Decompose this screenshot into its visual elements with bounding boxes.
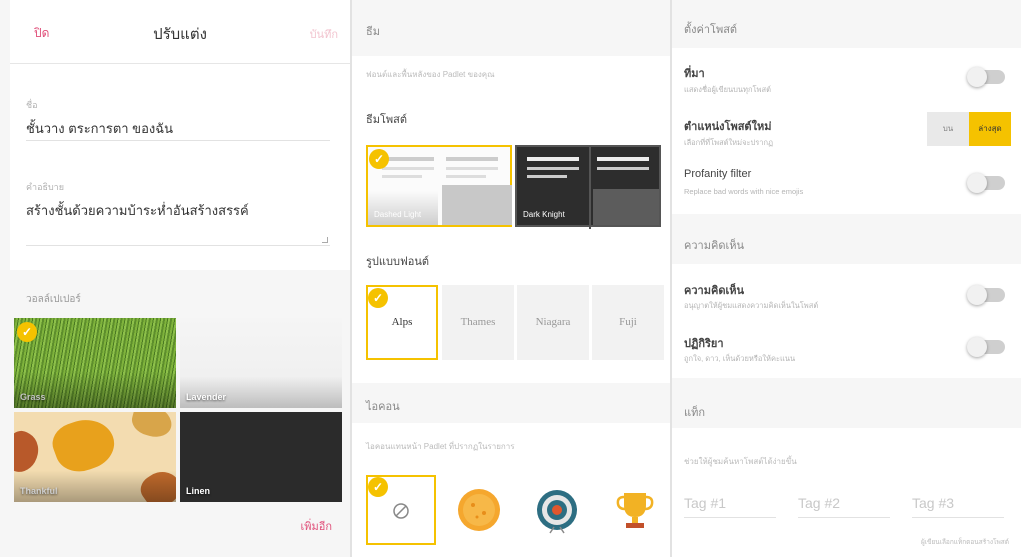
- icon-option-trophy[interactable]: [600, 475, 670, 545]
- setting-title: ที่มา: [684, 68, 705, 80]
- icon-section-header: ไอคอน: [352, 383, 670, 423]
- wallpaper-name: Thankful: [20, 486, 58, 496]
- check-icon: ✓: [369, 149, 389, 169]
- setting-title: ปฏิกิริยา: [684, 338, 724, 350]
- check-icon: ✓: [368, 477, 388, 497]
- page-title: ปรับแต่ง: [153, 26, 207, 43]
- setting-desc: อนุญาตให้ผู้ชมแสดงความคิดเห็นในโพสต์: [684, 301, 819, 310]
- font-fuji[interactable]: Fuji: [592, 285, 664, 360]
- icon-hint: ไอคอนแทนหน้า Padlet ที่ปรากฏในรายการ: [366, 442, 515, 451]
- more-link[interactable]: เพิ่มอีก: [300, 517, 332, 535]
- setting-desc: Replace bad words with nice emojis: [684, 187, 804, 196]
- tags-hint: ช่วยให้ผู้ชมค้นหาโพสต์ได้ง่ายขึ้น: [684, 457, 797, 466]
- post-settings-header: ตั้งค่าโพสต์: [672, 0, 1021, 48]
- wallpaper-name: Grass: [20, 392, 46, 402]
- wallpaper-lavender[interactable]: Lavender: [180, 318, 342, 408]
- check-icon: ✓: [17, 322, 37, 342]
- wallpaper-grass[interactable]: Grass: [14, 318, 176, 408]
- name-label: ชื่อ: [26, 100, 38, 110]
- font-thames[interactable]: Thames: [442, 285, 514, 360]
- wallpaper-thankful[interactable]: Thankful: [14, 412, 176, 502]
- theme-name: Dark Knight: [523, 210, 565, 219]
- setting-title: ความคิดเห็น: [684, 285, 744, 297]
- position-bottom-option[interactable]: ล่างสุด: [969, 112, 1011, 146]
- orange-icon: [458, 489, 500, 531]
- tag-input-2[interactable]: Tag #2: [798, 495, 890, 518]
- wallpaper-name: Lavender: [186, 392, 227, 402]
- check-icon: ✓: [368, 288, 388, 308]
- setting-title: ตำแหน่งโพสต์ใหม่: [684, 121, 772, 133]
- name-input[interactable]: ชั้นวาง ตระการตา ของฉัน: [26, 118, 173, 139]
- wallpaper-label: วอลล์เปเปอร์: [26, 294, 81, 305]
- setting-desc: แสดงชื่อผู้เขียนบนทุกโพสต์: [684, 85, 771, 94]
- wallpaper-linen[interactable]: Linen: [180, 412, 342, 502]
- theme-dark-knight[interactable]: Dark Knight: [515, 145, 661, 229]
- save-link[interactable]: บันทึก: [310, 25, 338, 43]
- icon-label: ไอคอน: [366, 401, 400, 413]
- comments-toggle[interactable]: [967, 285, 1005, 305]
- appearance-panel: ธีม ฟอนต์และพื้นหลังของ Padlet ของคุณ ธี…: [352, 0, 670, 557]
- settings-panel: ตั้งค่าโพสต์ ที่มา แสดงชื่อผู้เขียนบนทุก…: [672, 0, 1021, 557]
- appearance-header: ธีม: [352, 0, 670, 56]
- position-top-option[interactable]: บน: [927, 112, 969, 146]
- reactions-toggle[interactable]: [967, 337, 1005, 357]
- description-label: คำอธิบาย: [26, 182, 65, 192]
- description-input[interactable]: สร้างชั้นด้วยความบ้าระห่ำอันสร้างสรรค์: [26, 200, 249, 221]
- wallpaper-name: Linen: [186, 486, 210, 496]
- font-label: รูปแบบฟอนต์: [366, 256, 430, 268]
- resize-handle[interactable]: [322, 237, 328, 243]
- tags-note: ผู้เขียนเลือกแท็กตอนสร้างโพสต์: [921, 539, 1009, 546]
- description-underline: [26, 245, 330, 246]
- engagement-header: ความคิดเห็น: [672, 214, 1021, 264]
- icon-option-orange[interactable]: [444, 475, 514, 545]
- tags-header: แท็ก: [672, 378, 1021, 428]
- theme-name: Dashed Light: [374, 210, 422, 219]
- font-niagara[interactable]: Niagara: [517, 285, 589, 360]
- customize-panel: ปิด ปรับแต่ง บันทึก ชื่อ ชั้นวาง ตระการต…: [0, 0, 350, 557]
- theme-label: ธีมโพสต์: [366, 114, 407, 126]
- trophy-icon: [616, 493, 654, 528]
- tag-input-1[interactable]: Tag #1: [684, 495, 776, 518]
- target-icon: [537, 490, 577, 534]
- tags-title: แท็ก: [684, 407, 706, 419]
- name-underline: [26, 140, 330, 141]
- attribution-toggle[interactable]: [967, 67, 1005, 87]
- appearance-title: ธีม: [366, 26, 380, 38]
- setting-desc: เลือกที่ที่โพสต์ใหม่จะปรากฏ: [684, 138, 774, 147]
- engagement-title: ความคิดเห็น: [684, 240, 744, 252]
- appearance-hint: ฟอนต์และพื้นหลังของ Padlet ของคุณ: [366, 70, 495, 79]
- setting-title: Profanity filter: [684, 168, 752, 180]
- tag-input-3[interactable]: Tag #3: [912, 495, 1004, 518]
- post-settings-title: ตั้งค่าโพสต์: [684, 24, 738, 36]
- customize-header: ปิด ปรับแต่ง บันทึก: [10, 0, 350, 64]
- new-post-position-segment: บน ล่างสุด: [927, 112, 1011, 146]
- icon-option-target[interactable]: [522, 475, 592, 545]
- profanity-filter-toggle[interactable]: [967, 173, 1005, 193]
- setting-desc: ถูกใจ, ดาว, เห็นด้วยหรือให้คะแนน: [684, 354, 796, 363]
